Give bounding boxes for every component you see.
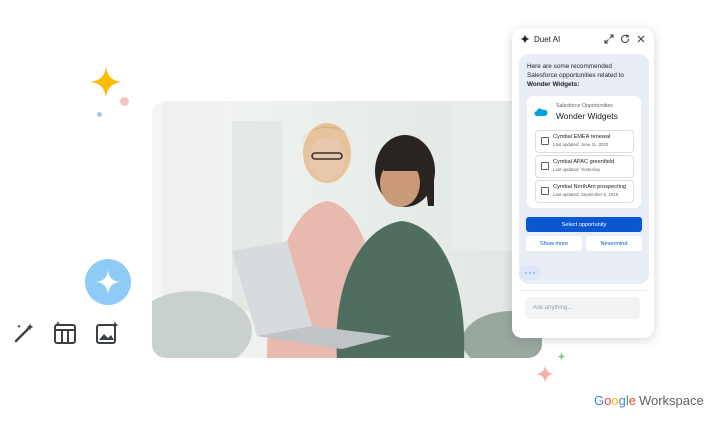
opportunity-option[interactable]: Cymbal NorthAm prospecting Last updated:… [535,180,634,203]
table-icon[interactable] [52,320,78,346]
refresh-icon[interactable] [619,33,631,45]
opportunity-name: Cymbal NorthAm prospecting [553,184,627,190]
assistant-message: Here are some recommended Salesforce opp… [519,54,649,284]
brand-letter: e [628,393,636,408]
pink-sparkle-icon [536,365,554,383]
opportunity-updated: Last updated: June 11, 2023 [553,142,609,147]
image-sparkle-icon[interactable] [94,320,120,346]
sparkle-icon [96,270,120,294]
brand-letter: g [618,393,626,408]
typing-indicator [519,265,541,280]
expand-icon[interactable] [603,33,615,45]
card-name: Wonder Widgets [556,111,618,121]
opportunity-name: Cymbal EMEA renewal [553,134,611,140]
checkbox[interactable] [541,187,549,195]
close-icon[interactable] [635,33,647,45]
brand-product: Workspace [638,393,704,408]
typing-dot [533,271,535,274]
checkbox[interactable] [541,137,549,145]
opportunity-updated: Last updated: September 5, 2019 [553,192,619,197]
brand-letter: G [594,393,605,408]
brand-letter: o [611,393,619,408]
pink-dot [120,97,129,106]
yellow-sparkle-icon [90,66,122,98]
sparkle-icon [520,34,530,44]
intro-text: Here are some recommended Salesforce opp… [527,62,641,89]
card-source: Salesforce Opportunities [556,103,613,109]
show-more-button[interactable]: Show more [526,236,582,251]
salesforce-cloud-icon [534,108,548,116]
hero-photo [152,101,542,358]
green-sparkle-icon [557,352,566,361]
prompt-area [519,290,647,327]
select-opportunity-button[interactable]: Select opportunity [526,217,642,232]
ask-anything-input[interactable] [525,297,640,319]
opportunity-option[interactable]: Cymbal EMEA renewal Last updated: June 1… [535,130,634,153]
nevermind-button[interactable]: Nevermind [586,236,642,251]
duet-ai-panel: Duet AI Here are some recommended Salesf… [512,28,654,338]
panel-title: Duet AI [534,35,561,44]
opportunity-updated: Last updated: Yesterday [553,167,601,172]
panel-header: Duet AI [512,28,654,52]
office-scene-illustration [152,101,542,358]
opportunities-card: Salesforce Opportunities Wonder Widgets … [527,96,641,208]
google-workspace-logo: Google Workspace [594,393,704,408]
blue-dot [97,112,102,117]
typing-dot [525,271,527,274]
intro-text-body: Here are some recommended Salesforce opp… [527,63,624,79]
opportunity-name: Cymbal APAC greenfield [553,159,615,165]
magic-pen-icon[interactable] [11,320,37,346]
assist-sparkle-button[interactable] [85,259,131,305]
typing-dot [529,271,531,274]
opportunity-option[interactable]: Cymbal APAC greenfield Last updated: Yes… [535,155,634,178]
intro-text-bold: Wonder Widgets: [527,81,580,88]
checkbox[interactable] [541,162,549,170]
